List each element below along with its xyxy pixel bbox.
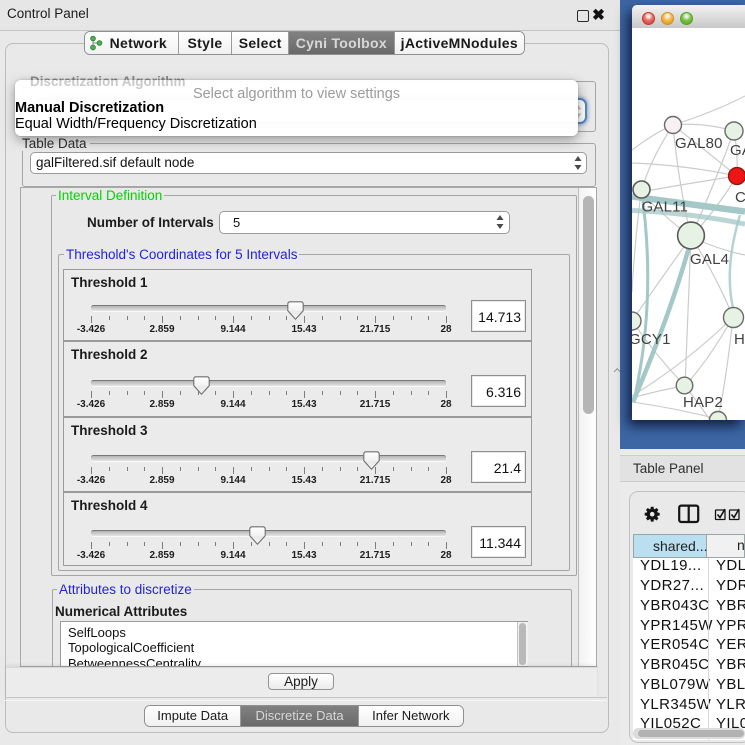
svg-text:HAP2: HAP2 — [683, 394, 723, 411]
svg-text:H: H — [734, 331, 745, 348]
svg-text:GAL80: GAL80 — [675, 135, 723, 152]
svg-text:GAL11: GAL11 — [642, 199, 689, 216]
svg-text:GA: GA — [730, 142, 745, 159]
svg-text:GAL4: GAL4 — [690, 251, 729, 268]
svg-text:C: C — [735, 189, 745, 206]
svg-text:GCY1: GCY1 — [632, 331, 671, 348]
